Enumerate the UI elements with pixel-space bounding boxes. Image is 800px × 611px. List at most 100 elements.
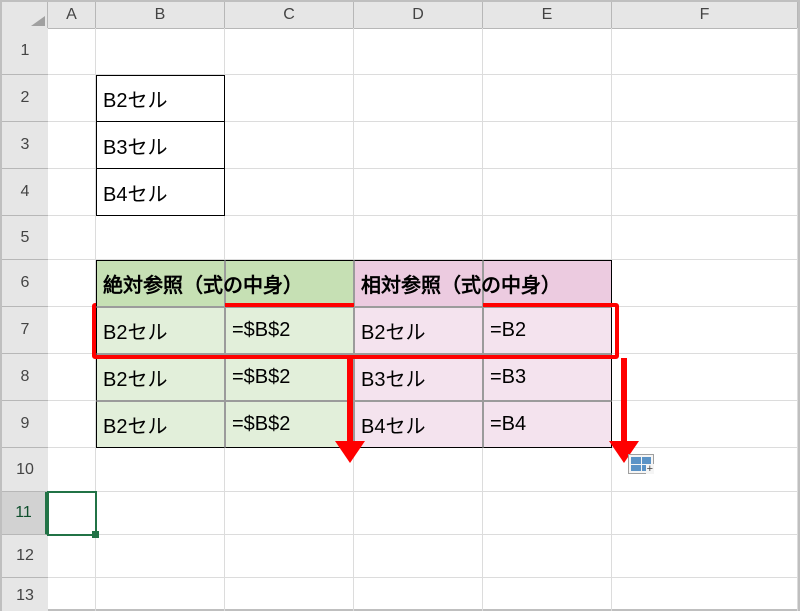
col-header-C[interactable]: C — [225, 2, 354, 28]
cell[interactable] — [48, 401, 96, 448]
cell[interactable]: B2セル — [354, 307, 483, 354]
row-header-6[interactable]: 6 — [2, 260, 48, 307]
cell[interactable] — [48, 260, 96, 307]
col-header-F[interactable]: F — [612, 2, 798, 28]
cell[interactable] — [483, 578, 612, 611]
cell[interactable]: =$B$2 — [225, 354, 354, 401]
cell[interactable]: B3セル — [354, 354, 483, 401]
cell[interactable]: B3セル — [96, 122, 225, 169]
cell[interactable] — [225, 75, 354, 122]
cell[interactable] — [96, 28, 225, 75]
cell[interactable] — [96, 535, 225, 578]
row-header-5[interactable]: 5 — [2, 216, 48, 260]
cell[interactable] — [612, 401, 798, 448]
col-header-A[interactable]: A — [48, 2, 96, 28]
cell[interactable] — [354, 122, 483, 169]
cell[interactable] — [612, 122, 798, 169]
cell[interactable] — [354, 448, 483, 492]
cell[interactable] — [354, 75, 483, 122]
worksheet[interactable]: A B C D E F 12345678910111213 B2セルB3セルB4… — [2, 2, 798, 609]
row-header-9[interactable]: 9 — [2, 401, 48, 448]
cell[interactable] — [225, 448, 354, 492]
cell[interactable] — [96, 448, 225, 492]
cell[interactable] — [612, 216, 798, 260]
row-header-8[interactable]: 8 — [2, 354, 48, 401]
select-all-corner[interactable] — [2, 2, 48, 28]
row-header-1[interactable]: 1 — [2, 28, 48, 75]
cell[interactable] — [225, 492, 354, 535]
cell[interactable] — [354, 535, 483, 578]
cell[interactable] — [48, 307, 96, 354]
cell[interactable]: 相対参照（式の中身） — [354, 260, 483, 307]
cell[interactable]: =$B$2 — [225, 401, 354, 448]
cell[interactable] — [612, 535, 798, 578]
cell[interactable] — [48, 448, 96, 492]
cell[interactable] — [354, 28, 483, 75]
cell[interactable] — [225, 578, 354, 611]
row-headers: 12345678910111213 — [2, 28, 48, 609]
cell[interactable] — [483, 492, 612, 535]
cell[interactable] — [483, 216, 612, 260]
autofill-options-icon[interactable]: + — [628, 454, 654, 474]
cell[interactable] — [483, 122, 612, 169]
cell[interactable] — [96, 216, 225, 260]
cell[interactable] — [483, 448, 612, 492]
row-header-13[interactable]: 13 — [2, 578, 48, 611]
col-header-B[interactable]: B — [96, 2, 225, 28]
cell[interactable] — [612, 307, 798, 354]
row-header-7[interactable]: 7 — [2, 307, 48, 354]
cell[interactable] — [225, 122, 354, 169]
cell[interactable] — [48, 28, 96, 75]
cell[interactable] — [48, 535, 96, 578]
cell[interactable] — [354, 578, 483, 611]
row-header-4[interactable]: 4 — [2, 169, 48, 216]
cell[interactable]: =B2 — [483, 307, 612, 354]
cell[interactable] — [483, 169, 612, 216]
row-header-10[interactable]: 10 — [2, 448, 48, 492]
cell[interactable] — [225, 535, 354, 578]
cell[interactable] — [225, 169, 354, 216]
cell[interactable]: B2セル — [96, 75, 225, 122]
cell[interactable]: 絶対参照（式の中身） — [96, 260, 225, 307]
column-headers: A B C D E F — [2, 2, 798, 29]
cell[interactable]: B4セル — [354, 401, 483, 448]
cell[interactable] — [612, 354, 798, 401]
cell[interactable] — [48, 492, 96, 535]
cell[interactable] — [612, 169, 798, 216]
cell[interactable]: =B4 — [483, 401, 612, 448]
cell-grid[interactable]: B2セルB3セルB4セル絶対参照（式の中身）相対参照（式の中身）B2セル=$B$… — [48, 28, 798, 609]
cell[interactable] — [48, 75, 96, 122]
cell[interactable]: B2セル — [96, 307, 225, 354]
row-header-12[interactable]: 12 — [2, 535, 48, 578]
cell[interactable] — [225, 28, 354, 75]
cell[interactable] — [612, 260, 798, 307]
cell[interactable] — [354, 169, 483, 216]
cell[interactable]: =B3 — [483, 354, 612, 401]
cell[interactable] — [483, 535, 612, 578]
cell[interactable] — [48, 354, 96, 401]
cell[interactable] — [48, 169, 96, 216]
cell[interactable] — [354, 216, 483, 260]
col-header-E[interactable]: E — [483, 2, 612, 28]
cell[interactable] — [48, 216, 96, 260]
cell[interactable] — [612, 28, 798, 75]
row-header-11[interactable]: 11 — [2, 492, 48, 535]
cell[interactable] — [48, 578, 96, 611]
cell[interactable] — [612, 578, 798, 611]
col-header-D[interactable]: D — [354, 2, 483, 28]
cell[interactable] — [96, 492, 225, 535]
cell[interactable]: B2セル — [96, 401, 225, 448]
cell[interactable] — [612, 75, 798, 122]
cell[interactable] — [96, 578, 225, 611]
cell[interactable] — [483, 75, 612, 122]
cell[interactable] — [483, 28, 612, 75]
cell[interactable] — [612, 492, 798, 535]
cell[interactable] — [48, 122, 96, 169]
cell[interactable] — [225, 216, 354, 260]
row-header-3[interactable]: 3 — [2, 122, 48, 169]
cell[interactable] — [354, 492, 483, 535]
cell[interactable]: =$B$2 — [225, 307, 354, 354]
row-header-2[interactable]: 2 — [2, 75, 48, 122]
cell[interactable]: B2セル — [96, 354, 225, 401]
cell[interactable]: B4セル — [96, 169, 225, 216]
